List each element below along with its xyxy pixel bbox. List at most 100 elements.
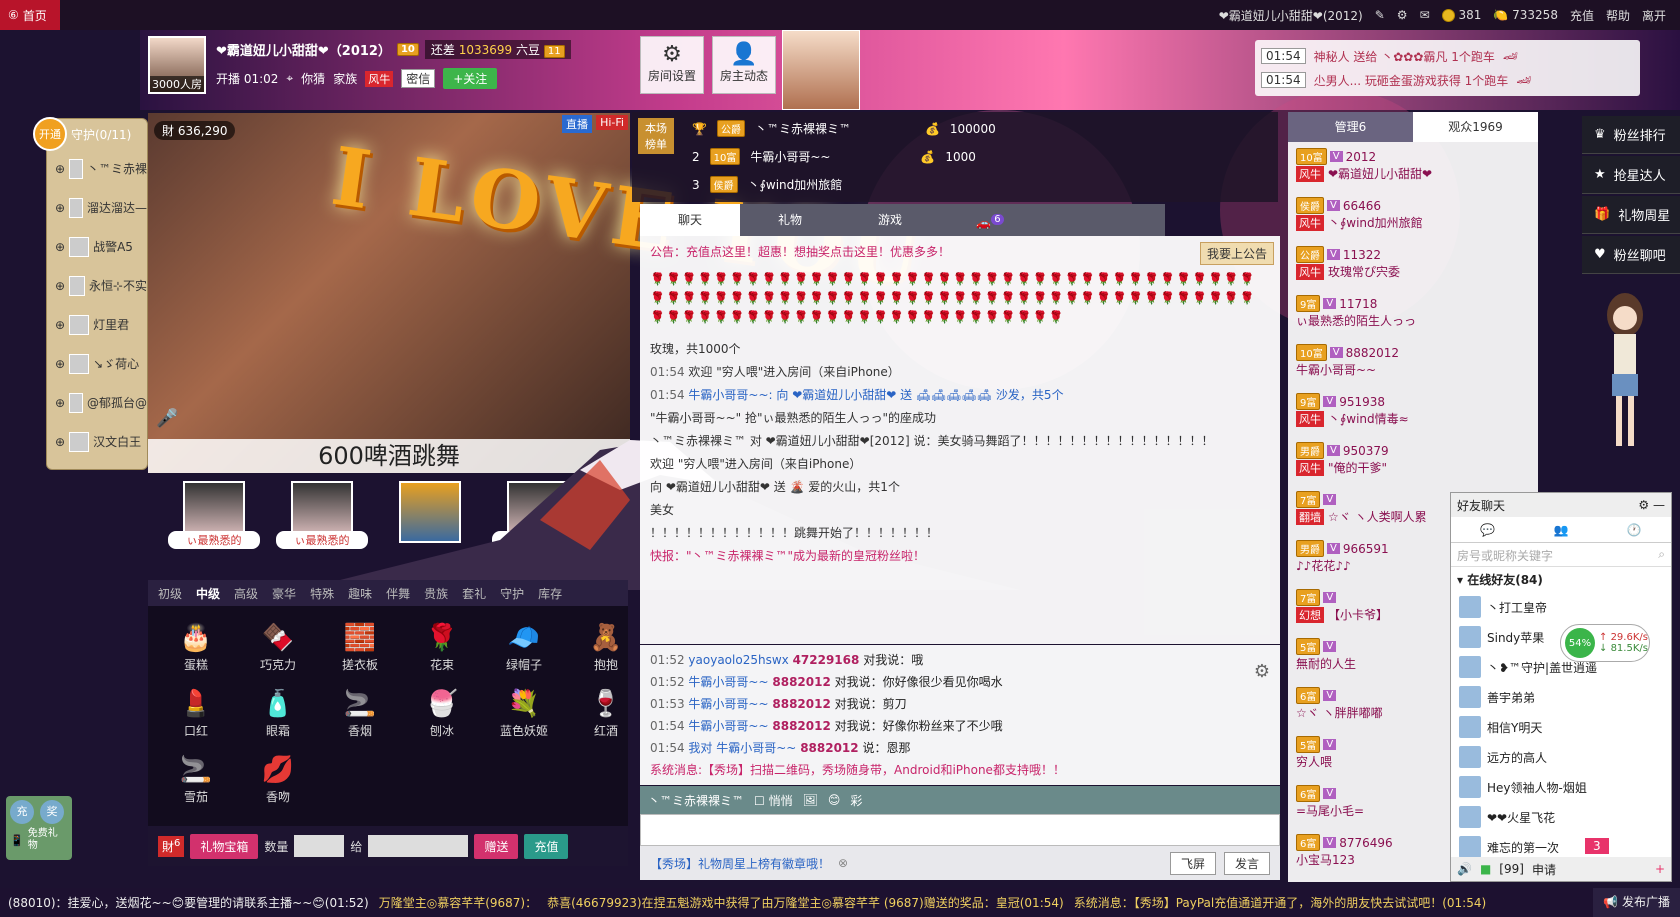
- gift-box-button[interactable]: 礼物宝箱: [190, 833, 259, 859]
- recharge-button[interactable]: 充值: [524, 833, 569, 859]
- friend-search-input[interactable]: 房号或昵称关键字: [1457, 547, 1553, 563]
- post-broadcast-button[interactable]: 📢 发布广播: [1593, 888, 1680, 917]
- tab-chat[interactable]: 聊天: [640, 204, 740, 236]
- leave-link[interactable]: 离开: [1642, 7, 1666, 24]
- settings-icon[interactable]: ⚙: [1254, 661, 1270, 682]
- room-settings-button[interactable]: ⚙ 房间设置: [640, 36, 704, 94]
- gift-tab[interactable]: 伴舞: [386, 585, 410, 602]
- rank-row[interactable]: 2 10富 牛霸小哥哥~~ 💰 1000: [692, 148, 976, 165]
- phone-icon[interactable]: 📱: [10, 834, 24, 847]
- viewer-row[interactable]: 9富 V 951938 风牛 丶∮wind情毒≈: [1296, 393, 1530, 442]
- guard-item[interactable]: ⊕ ↘ゞ荷心: [47, 344, 147, 383]
- tip-text[interactable]: 【秀场】礼物周星上榜有徽章哦！: [650, 855, 830, 872]
- home-button[interactable]: ⑥ 首页: [0, 0, 60, 30]
- edit-icon[interactable]: ✎: [1375, 8, 1385, 22]
- friend-group[interactable]: ▾ 在线好友(84): [1451, 567, 1671, 592]
- seat[interactable]: ぃ最熟悉的: [168, 481, 260, 569]
- qty-input[interactable]: [294, 835, 345, 857]
- viewer-row[interactable]: 公爵 V 11322 风牛 玫瑰常ぴ宍委: [1296, 246, 1530, 295]
- fan-chat-button[interactable]: ♥ 粉丝聊吧: [1582, 236, 1680, 274]
- image-icon[interactable]: 🖼: [803, 793, 818, 807]
- friend-item[interactable]: 丶打工皇帝: [1451, 592, 1671, 622]
- gift-item[interactable]: 🧴 眼霜: [240, 686, 316, 746]
- gear-icon[interactable]: ⚙: [1397, 8, 1408, 22]
- family-tag[interactable]: 风牛: [365, 70, 394, 87]
- guard-item[interactable]: ⊕ 丶™ミ赤裸: [47, 149, 147, 188]
- free-gift-button[interactable]: 免费礼物: [28, 828, 58, 852]
- status-icon[interactable]: ■: [1480, 862, 1491, 876]
- friend-item[interactable]: Hey领袖人物-烟姐: [1451, 772, 1671, 802]
- mail-icon[interactable]: ✉: [1420, 8, 1430, 22]
- tab-admins[interactable]: 管理6: [1288, 112, 1413, 142]
- gift-item[interactable]: 🍧 刨冰: [404, 686, 480, 746]
- host-avatar[interactable]: 3000人房: [148, 36, 206, 94]
- guard-item[interactable]: ⊕ 溜达溜达—: [47, 188, 147, 227]
- recipient-input[interactable]: [368, 835, 469, 857]
- user-name[interactable]: ❤霸道妞儿小甜甜❤(2012): [1219, 7, 1363, 24]
- gift-item[interactable]: 🧸 抱抱: [568, 620, 644, 680]
- guard-item[interactable]: ⊕ 战警A5: [47, 227, 147, 266]
- prize-button[interactable]: 奖: [40, 800, 64, 824]
- tab-game[interactable]: 游戏: [840, 204, 940, 236]
- add-friend-icon[interactable]: +: [1655, 862, 1665, 876]
- volume-icon[interactable]: 🔊: [1457, 862, 1472, 876]
- chat-bubble-icon[interactable]: 💬: [1451, 517, 1524, 542]
- gift-tab[interactable]: 趣味: [348, 585, 372, 602]
- host-feed-button[interactable]: 👤 房主动态: [712, 36, 776, 94]
- gift-item[interactable]: 💋 香吻: [240, 752, 316, 812]
- chat-target-select[interactable]: 丶™ミ赤裸裸ミ™: [648, 792, 744, 809]
- gift-tab[interactable]: 贵族: [424, 585, 448, 602]
- friend-item[interactable]: ❤❤火星飞花: [1451, 802, 1671, 832]
- apply-button[interactable]: 申请: [1532, 861, 1556, 878]
- group-icon[interactable]: 👥: [1524, 517, 1597, 542]
- gift-item[interactable]: 🎂 蛋糕: [158, 620, 234, 680]
- chat-notice[interactable]: 公告：充值点这里！超惠！想抽奖点击这里！优惠多多！: [650, 240, 1270, 262]
- viewer-row[interactable]: 侯爵 V 66466 风牛 丶∮wind加州旅館: [1296, 197, 1530, 246]
- send-button[interactable]: 发言: [1223, 851, 1270, 875]
- wealth-icon[interactable]: 財6: [158, 835, 185, 857]
- gift-item[interactable]: 🧢 绿帽子: [486, 620, 562, 680]
- guard-item[interactable]: ⊕ 永恒⊹不实: [47, 266, 147, 305]
- gift-tab[interactable]: 库存: [538, 585, 562, 602]
- gift-week-button[interactable]: 🎁 礼物周星: [1582, 196, 1680, 234]
- gift-item[interactable]: 🚬 香烟: [322, 686, 398, 746]
- friend-item[interactable]: 远方的高人: [1451, 742, 1671, 772]
- gift-item[interactable]: 🍷 红酒: [568, 686, 644, 746]
- send-gift-button[interactable]: 赠送: [474, 833, 519, 859]
- gift-tab[interactable]: 特殊: [310, 585, 334, 602]
- gift-item[interactable]: 🌹 花束: [404, 620, 480, 680]
- private-msg-button[interactable]: 密信: [401, 69, 436, 88]
- mic-icon[interactable]: 🎤: [156, 408, 178, 429]
- guard-item[interactable]: ⊕ 灯里君: [47, 305, 147, 344]
- emoji-icon[interactable]: 😊: [828, 793, 841, 807]
- gift-tab[interactable]: 豪华: [272, 585, 296, 602]
- charge-button[interactable]: 充: [10, 800, 34, 824]
- gift-tab-active[interactable]: 中级: [196, 585, 220, 602]
- guard-item[interactable]: ⊕ 汉文白王: [47, 422, 147, 461]
- gift-item[interactable]: 💄 口红: [158, 686, 234, 746]
- cohost-avatar[interactable]: [782, 30, 860, 110]
- gift-tab[interactable]: 守护: [500, 585, 524, 602]
- gift-tab[interactable]: 高级: [234, 585, 258, 602]
- close-icon[interactable]: ⊗: [838, 856, 848, 870]
- clock-icon[interactable]: 🕐: [1598, 517, 1671, 542]
- gift-tab[interactable]: 套礼: [462, 585, 486, 602]
- rank-row[interactable]: 🏆 公爵 丶™ミ赤裸裸ミ™ 💰 100000: [692, 120, 996, 137]
- viewer-row[interactable]: 9富 V 11718 ぃ最熟悉的陌生人っっ: [1296, 295, 1530, 344]
- unread-badge[interactable]: 3: [1585, 838, 1609, 854]
- help-link[interactable]: 帮助: [1606, 7, 1630, 24]
- friend-item[interactable]: 相信Y明天: [1451, 712, 1671, 742]
- rank-row[interactable]: 3 侯爵 丶∮wind加州旅館: [692, 176, 908, 193]
- fan-rank-button[interactable]: ♛ 粉丝排行: [1582, 116, 1680, 154]
- chat-input[interactable]: [640, 814, 1280, 846]
- gift-item[interactable]: 💐 蓝色妖姬: [486, 686, 562, 746]
- gift-item[interactable]: 🧱 搓衣板: [322, 620, 398, 680]
- fly-screen-button[interactable]: 飞屏: [1169, 851, 1216, 875]
- whisper-checkbox[interactable]: ☐ 悄悄: [754, 792, 793, 809]
- search-icon[interactable]: ⌕: [1658, 547, 1665, 562]
- post-notice-button[interactable]: 我要上公告: [1199, 242, 1274, 265]
- gift-tab[interactable]: 初级: [158, 585, 182, 602]
- guard-item[interactable]: ⊕ @郁孤台@: [47, 383, 147, 422]
- recharge-link[interactable]: 充值: [1570, 7, 1594, 24]
- tab-viewers[interactable]: 观众1969: [1413, 112, 1538, 142]
